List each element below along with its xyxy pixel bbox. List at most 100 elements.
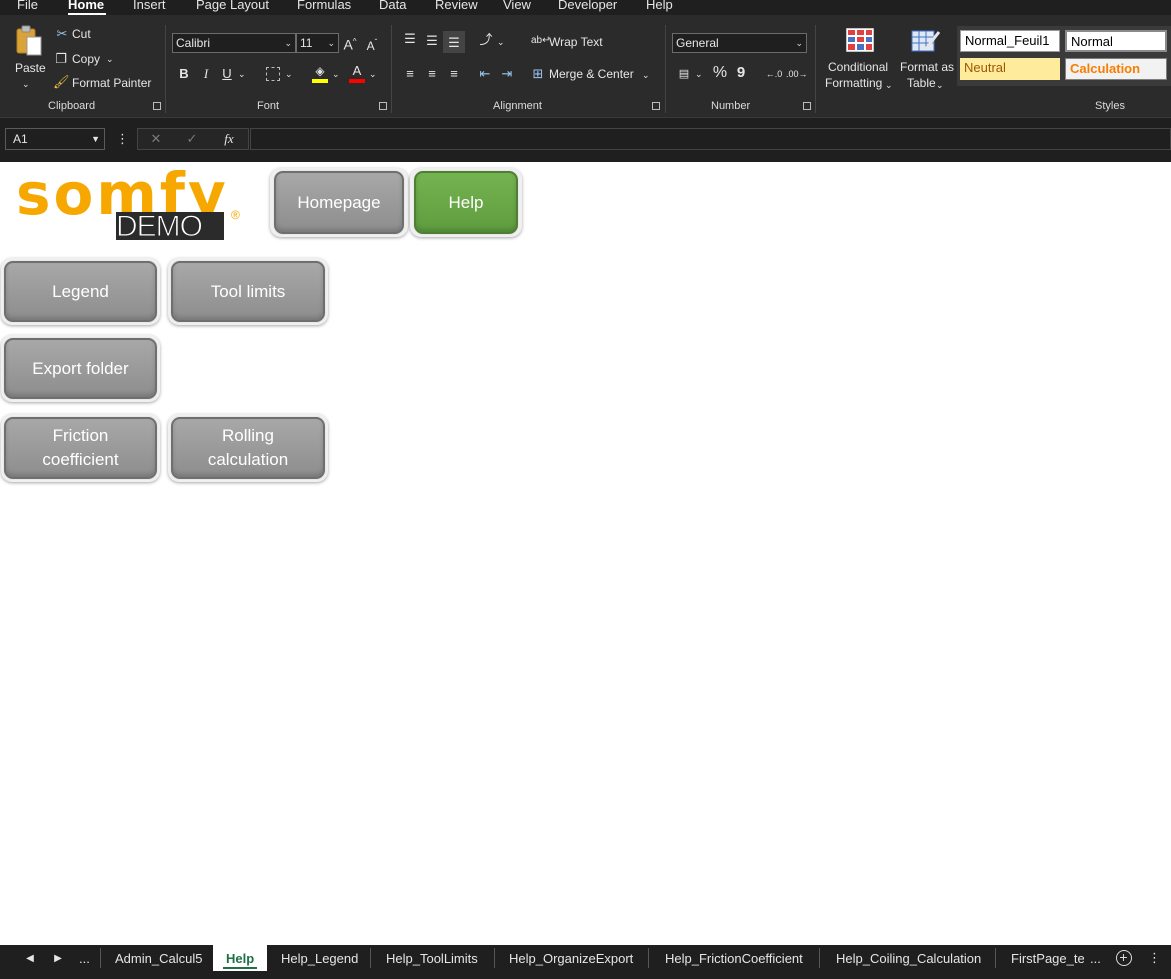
number-launcher-icon[interactable] <box>803 102 811 110</box>
tab-options-icon[interactable]: ⋮ <box>1148 950 1161 966</box>
tab-page-layout[interactable]: Page Layout <box>196 0 269 12</box>
enter-icon[interactable]: ✓ <box>184 131 200 147</box>
fill-color-button[interactable]: ◈ <box>312 63 328 83</box>
borders-chevron-down-icon[interactable]: ⌄ <box>285 66 293 82</box>
paste-button[interactable] <box>14 25 44 59</box>
align-left-icon[interactable]: ≡ <box>401 66 419 82</box>
tab-view[interactable]: View <box>503 0 531 12</box>
add-sheet-icon[interactable]: + <box>1116 949 1132 966</box>
tab-insert[interactable]: Insert <box>133 0 166 12</box>
scroll-left-icon[interactable]: ◀ <box>24 951 36 967</box>
decrease-indent-icon[interactable]: ⇤ <box>476 66 494 82</box>
fill-color-chevron-down-icon[interactable]: ⌄ <box>332 66 340 82</box>
homepage-button[interactable]: Homepage <box>274 171 404 234</box>
accounting-format-icon[interactable]: ▤ <box>675 66 693 82</box>
font-size-select[interactable]: 11 ⌄ <box>296 33 339 53</box>
format-painter-button[interactable]: Format Painter <box>72 76 151 90</box>
divider <box>370 948 371 968</box>
align-bottom-button[interactable]: ☰ <box>443 31 465 53</box>
increase-font-size-icon[interactable]: A^ <box>341 34 359 53</box>
style-normal-feuil1[interactable]: Normal_Feuil1 <box>960 30 1060 52</box>
align-center-icon[interactable]: ≡ <box>423 66 441 82</box>
alignment-launcher-icon[interactable] <box>652 102 660 110</box>
more-tabs-left[interactable]: ... <box>79 951 90 966</box>
style-neutral[interactable]: Neutral <box>960 58 1060 80</box>
tab-formulas[interactable]: Formulas <box>297 0 351 12</box>
align-right-icon[interactable]: ≡ <box>445 66 463 82</box>
wrap-text-button[interactable]: Wrap Text <box>549 35 603 49</box>
borders-icon[interactable] <box>266 67 280 81</box>
tab-review[interactable]: Review <box>435 0 478 12</box>
sheet-tab-help-coiling-calculation[interactable]: Help_Coiling_Calculation <box>836 951 981 966</box>
conditional-formatting-label-2[interactable]: Formatting <box>825 76 882 90</box>
style-calculation[interactable]: Calculation <box>1065 58 1167 80</box>
sheet-tab-help-toollimits[interactable]: Help_ToolLimits <box>386 951 478 966</box>
percent-style-button[interactable]: % <box>711 65 729 81</box>
rolling-label-line2: calculation <box>207 450 289 469</box>
underline-chevron-down-icon[interactable]: ⌄ <box>238 66 246 82</box>
tab-developer[interactable]: Developer <box>558 0 617 12</box>
copy-button[interactable]: Copy <box>72 52 100 66</box>
help-button[interactable]: Help <box>414 171 518 234</box>
format-as-table-chevron-down-icon[interactable]: ⌄ <box>936 77 944 93</box>
format-as-table-label-1[interactable]: Format as <box>900 60 954 74</box>
sheet-tab-help-legend[interactable]: Help_Legend <box>281 951 358 966</box>
tab-home[interactable]: Home <box>68 0 104 12</box>
orientation-chevron-down-icon[interactable]: ⌄ <box>497 34 505 50</box>
font-color-button[interactable]: A <box>349 63 365 83</box>
divider <box>165 25 166 113</box>
conditional-formatting-chevron-down-icon[interactable]: ⌄ <box>885 77 893 93</box>
font-color-chevron-down-icon[interactable]: ⌄ <box>369 66 377 82</box>
help-label: Help <box>448 192 484 212</box>
rolling-calculation-button[interactable]: Rolling calculation <box>171 417 325 479</box>
merge-center-button[interactable]: Merge & Center <box>549 67 634 81</box>
increase-decimal-icon[interactable]: ←.0 <box>764 66 784 82</box>
conditional-formatting-icon <box>845 27 875 53</box>
insert-function-icon[interactable]: fx <box>220 131 238 147</box>
italic-button[interactable]: I <box>199 66 213 82</box>
align-top-icon[interactable]: ☰ <box>401 31 419 47</box>
chevron-down-icon: ▼ <box>91 134 100 144</box>
cancel-icon[interactable]: ✕ <box>148 131 164 147</box>
name-box[interactable]: A1 ▼ <box>5 128 105 150</box>
font-launcher-icon[interactable] <box>379 102 387 110</box>
accounting-chevron-down-icon[interactable]: ⌄ <box>695 66 703 82</box>
conditional-formatting-label-1[interactable]: Conditional <box>828 60 888 74</box>
friction-coefficient-button[interactable]: Friction coefficient <box>4 417 157 479</box>
sheet-tab-help-organizeexport[interactable]: Help_OrganizeExport <box>509 951 633 966</box>
legend-button[interactable]: Legend <box>4 261 157 322</box>
orientation-icon[interactable]: ⤴ <box>477 32 495 48</box>
increase-indent-icon[interactable]: ⇥ <box>498 66 516 82</box>
sheet-tab-help[interactable]: Help <box>213 945 267 971</box>
paste-chevron-down-icon[interactable]: ⌄ <box>22 76 30 92</box>
export-folder-button[interactable]: Export folder <box>4 338 157 399</box>
format-as-table-label-2[interactable]: Table <box>907 76 936 90</box>
clipboard-launcher-icon[interactable] <box>153 102 161 110</box>
formula-input[interactable] <box>250 128 1171 150</box>
scroll-right-icon[interactable]: ▶ <box>52 951 64 967</box>
more-options-icon[interactable]: ⋮ <box>116 131 129 147</box>
align-middle-icon[interactable]: ☰ <box>423 33 441 49</box>
font-name-select[interactable]: Calibri ⌄ <box>172 33 296 53</box>
sheet-tab-help-frictioncoefficient[interactable]: Help_FrictionCoefficient <box>665 951 803 966</box>
sheet-tab-admin-calcul5[interactable]: Admin_Calcul5 <box>115 951 202 966</box>
more-tabs-right[interactable]: ... <box>1090 951 1101 966</box>
number-group-label: Number <box>711 100 751 112</box>
tab-file[interactable]: File <box>17 0 38 12</box>
decrease-font-size-icon[interactable]: Aˇ <box>363 35 381 54</box>
bold-button[interactable]: B <box>177 66 191 82</box>
style-normal[interactable]: Normal <box>1065 30 1167 52</box>
worksheet-grid[interactable]: somfy DEMO ® Homepage Help Legend Tool l… <box>0 160 1171 945</box>
tool-limits-button[interactable]: Tool limits <box>171 261 325 322</box>
tab-data[interactable]: Data <box>379 0 406 12</box>
comma-style-button[interactable]: 9 <box>735 65 747 81</box>
sheet-tab-firstpage-ter[interactable]: FirstPage_ter <box>1011 951 1084 966</box>
decrease-decimal-icon[interactable]: .00→ <box>786 66 808 82</box>
tab-help[interactable]: Help <box>646 0 673 12</box>
cut-button[interactable]: Cut <box>72 27 91 41</box>
underline-button[interactable]: U <box>220 66 234 82</box>
copy-chevron-down-icon[interactable]: ⌄ <box>106 51 114 67</box>
font-group-label: Font <box>257 100 280 112</box>
merge-chevron-down-icon[interactable]: ⌄ <box>642 67 650 83</box>
number-format-select[interactable]: General ⌄ <box>672 33 807 53</box>
